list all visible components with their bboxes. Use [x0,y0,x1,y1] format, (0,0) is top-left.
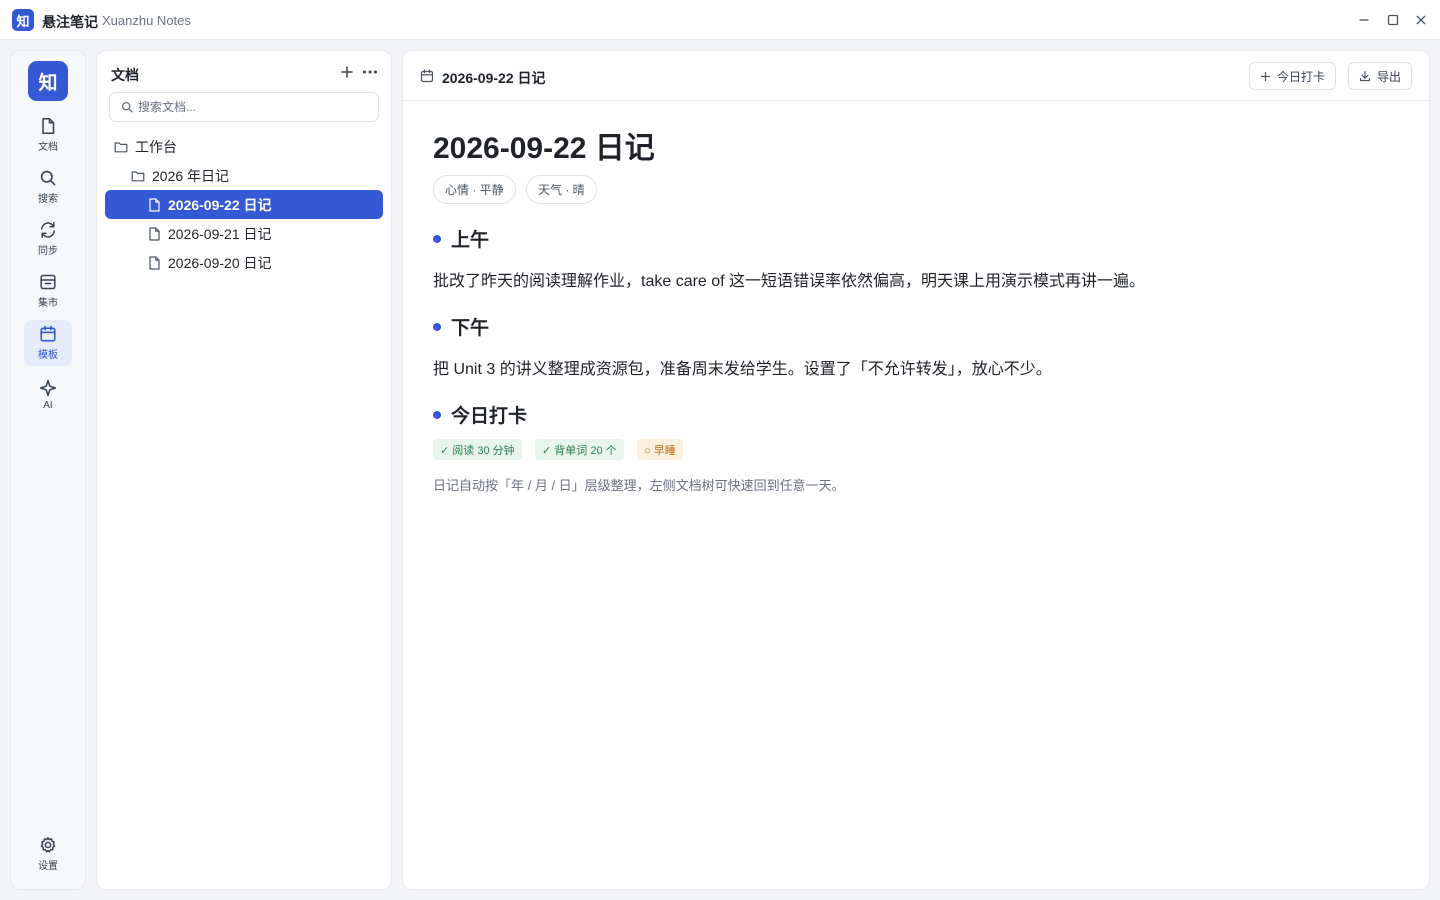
mood-tag[interactable]: 心情 · 平静 [433,175,516,204]
checkin-item-done[interactable]: ✓ 阅读 30 分钟 [433,439,522,460]
close-button[interactable] [1411,10,1431,30]
sync-icon [41,222,55,238]
file-icon [149,255,160,270]
section-heading-text: 下午 [451,318,490,339]
rail-item-label: 同步 [38,246,58,257]
tree-node-label: 2026-09-20 日记 [168,254,272,271]
tree-node-label: 2026-09-21 日记 [168,225,272,242]
export-button-label: 导出 [1377,69,1402,84]
file-icon [149,197,160,212]
section-heading: 今日打卡 [433,401,527,428]
close-icon [1416,15,1426,25]
maximize-button[interactable] [1383,10,1403,30]
plus-icon [341,66,353,78]
plus-icon [1260,71,1271,81]
hint-note: 日记自动按「年 / 月 / 日」层级整理，左侧文档树可快速回到任意一天。 [433,478,845,493]
section-heading-text: 上午 [451,230,490,251]
rail-item-settings[interactable]: 设置 [24,831,72,877]
nav-rail: 知 文档 搜索 同步 集市 模板 AI 设置 [10,50,86,890]
doc-search-box [109,92,379,122]
rail-item-label: 文档 [38,142,58,153]
export-button[interactable]: 导出 [1348,62,1413,90]
file-icon [149,226,160,241]
editor-header: 2026-09-22 日记 今日打卡 导出 [403,51,1429,101]
rail-item-templates[interactable]: 模板 [24,320,72,366]
section-body[interactable]: 把 Unit 3 的讲义整理成资源包，准备周末发给学生。设置了「不允许转发」，放… [433,355,1052,379]
rail-item-label: 模板 [38,350,58,361]
checkin-button[interactable]: 今日打卡 [1249,62,1337,90]
file-icon [42,118,55,134]
section-body[interactable]: 批改了昨天的阅读理解作业，take care of 这一短语错误率依然偏高，明天… [433,267,1145,291]
rail-item-label: 搜索 [38,194,58,205]
rail-item-search[interactable]: 搜索 [24,164,72,210]
tree-node-label: 2026-09-22 日记 [168,196,272,213]
checkin-item-todo[interactable]: ○ 早睡 [637,439,683,460]
section-heading: 下午 [433,313,489,340]
tree-title: 文档 [111,67,139,83]
rail-item-label: AI [43,400,53,411]
add-doc-button[interactable] [339,64,355,80]
app-subtitle: Xuanzhu Notes [102,13,191,28]
rail-logo: 知 [28,61,68,101]
rail-item-label: 集市 [38,298,58,309]
rail-item-label: 设置 [38,861,58,872]
tree-node-label: 工作台 [135,138,177,155]
minimize-button[interactable] [1354,10,1374,30]
gear-icon [40,837,56,853]
doc-title[interactable]: 2026-09-22 日记 [433,123,655,167]
more-horizontal-icon [363,70,377,74]
folder-icon [114,141,128,152]
editor-panel: 2026-09-22 日记 今日打卡 导出 2026-09-22 日记 心情 ·… [402,50,1430,890]
doc-search-input[interactable] [138,97,374,117]
section-heading: 上午 [433,225,489,252]
download-icon [1359,70,1371,82]
maximize-icon [1387,14,1399,26]
calendar-icon [40,325,56,342]
bullet-dot [433,322,441,331]
rail-item-market[interactable]: 集市 [24,268,72,314]
sparkle-icon [39,379,57,397]
minimize-icon [1359,19,1369,21]
weather-tag[interactable]: 天气 · 晴 [526,175,597,204]
search-icon [40,170,56,186]
bullet-dot [433,410,441,419]
checkin-button-label: 今日打卡 [1277,69,1326,84]
app-title: 悬注笔记 [42,14,98,30]
tree-node-file[interactable]: 2026-09-21 日记 [105,219,383,248]
calendar-icon [420,69,434,83]
title-bar: 知 悬注笔记 Xuanzhu Notes [0,0,1440,40]
folder-icon [131,170,145,181]
rail-item-sync[interactable]: 同步 [24,216,72,262]
rail-item-docs[interactable]: 文档 [24,112,72,158]
more-options-button[interactable] [361,64,379,80]
tree-node-label: 2026 年日记 [152,167,230,184]
tree-node-file[interactable]: 2026-09-20 日记 [105,248,383,277]
market-icon [40,274,56,290]
section-heading-text: 今日打卡 [451,406,528,427]
tree-node-folder[interactable]: 工作台 [111,132,383,161]
tree-node-file-active[interactable]: 2026-09-22 日记 [105,190,383,219]
bullet-dot [433,234,441,243]
doc-tree-panel: 文档 工作台 2026 年日记 2026-09-22 日记 2026-09-21… [96,50,392,890]
rail-item-ai[interactable]: AI [24,372,72,418]
checkin-item-done[interactable]: ✓ 背单词 20 个 [535,439,624,460]
search-icon [121,101,133,113]
tree-node-folder[interactable]: 2026 年日记 [128,161,383,190]
editor-header-title: 2026-09-22 日记 [442,70,546,86]
app-logo: 知 [12,9,34,31]
